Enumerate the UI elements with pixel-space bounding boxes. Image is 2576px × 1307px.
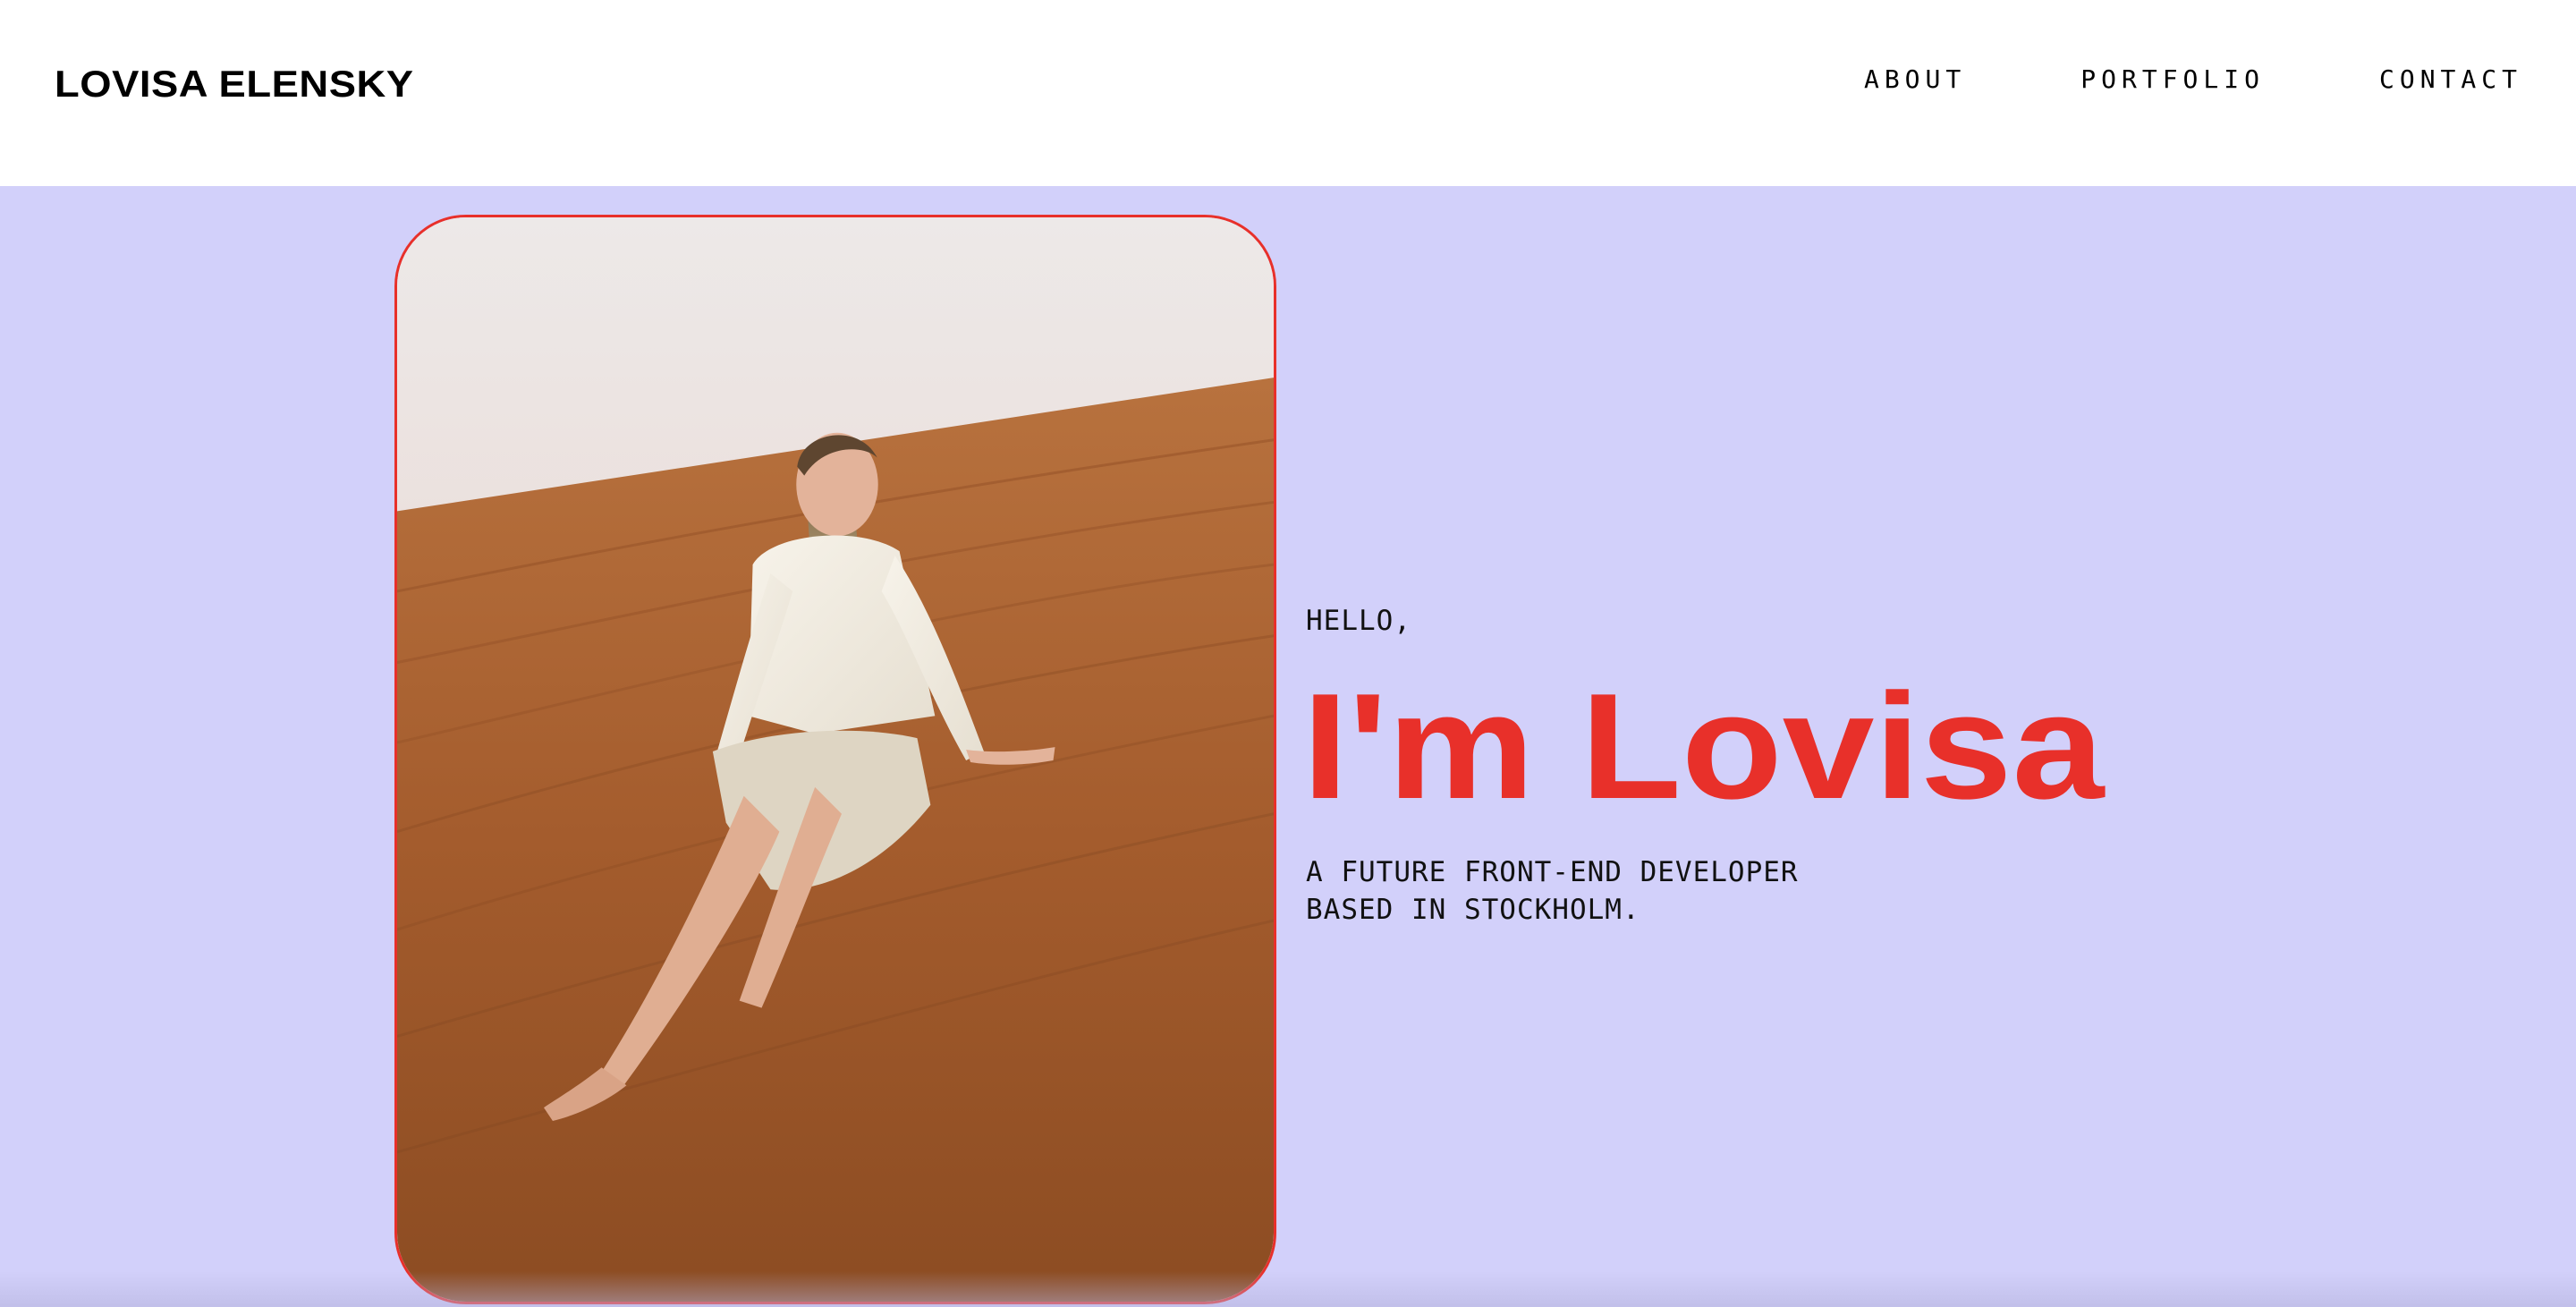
- hero-tagline-line-2: BASED IN STOCKHOLM.: [1306, 894, 1640, 926]
- hero-greeting: HELLO,: [1306, 605, 1411, 637]
- main-nav: ABOUT PORTFOLIO CONTACT: [1864, 64, 2522, 94]
- hero-headline: I'm Lovisa: [1302, 662, 2105, 830]
- hero-section: HELLO, I'm Lovisa A FUTURE FRONT-END DEV…: [0, 186, 2576, 1307]
- nav-link-about[interactable]: ABOUT: [1864, 64, 1966, 94]
- site-header: LOVISA ELENSKY ABOUT PORTFOLIO CONTACT: [0, 0, 2576, 186]
- hero-tagline-line-1: A FUTURE FRONT-END DEVELOPER: [1306, 856, 1799, 888]
- nav-item-portfolio: PORTFOLIO: [2080, 64, 2265, 94]
- hero-tagline: A FUTURE FRONT-END DEVELOPER BASED IN ST…: [1306, 853, 2031, 929]
- nav-link-portfolio[interactable]: PORTFOLIO: [2080, 64, 2265, 94]
- nav-item-about: ABOUT: [1864, 64, 1966, 94]
- nav-item-contact: CONTACT: [2379, 64, 2522, 94]
- brand-logo[interactable]: LOVISA ELENSKY: [55, 63, 414, 106]
- nav-link-contact[interactable]: CONTACT: [2379, 64, 2522, 94]
- hero-photo: [394, 215, 1276, 1304]
- desert-photo-illustration: [397, 217, 1274, 1302]
- hero-intro: HELLO, I'm Lovisa A FUTURE FRONT-END DEV…: [1302, 605, 2104, 929]
